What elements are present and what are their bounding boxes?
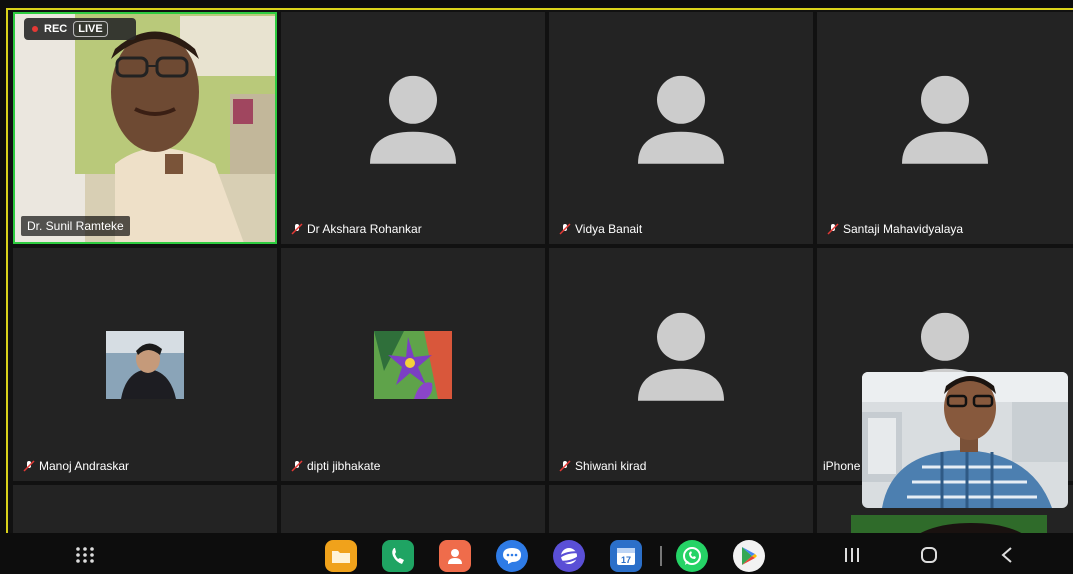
default-avatar-icon	[638, 312, 724, 401]
profile-photo	[374, 330, 452, 399]
mic-off-icon	[559, 460, 571, 472]
record-dot-icon	[32, 26, 38, 32]
participant-name: iPhone	[823, 459, 861, 473]
contacts-icon[interactable]	[439, 540, 471, 572]
files-icon[interactable]	[325, 540, 357, 572]
self-view-video[interactable]	[862, 372, 1068, 508]
participant-tile[interactable]: Santaji Mahavidyalaya	[817, 12, 1073, 244]
home-icon[interactable]	[920, 546, 938, 564]
mic-off-icon	[291, 223, 303, 235]
calendar-day: 17	[621, 555, 631, 565]
live-badge: LIVE	[73, 21, 108, 37]
self-view-image	[862, 372, 1068, 508]
recording-indicator: REC LIVE	[24, 18, 136, 40]
rec-label: REC	[44, 23, 68, 35]
participant-tile[interactable]: Dr. Sunil Ramteke	[13, 12, 277, 244]
participant-name: Dr. Sunil Ramteke	[21, 216, 130, 236]
participant-name: dipti jibhakate	[291, 459, 380, 473]
default-avatar-icon	[902, 75, 988, 164]
mic-off-icon	[827, 223, 839, 235]
default-avatar-icon	[370, 75, 456, 164]
recents-icon[interactable]	[843, 547, 861, 563]
participant-tile[interactable]: Manoj Andraskar	[13, 248, 277, 481]
app-drawer-icon[interactable]	[75, 546, 95, 564]
speaker-video	[15, 14, 275, 242]
participant-name: Manoj Andraskar	[23, 459, 129, 473]
whatsapp-icon[interactable]	[676, 540, 708, 572]
phone-icon[interactable]	[382, 540, 414, 572]
taskbar-divider	[660, 546, 662, 566]
mic-off-icon	[559, 223, 571, 235]
default-avatar-icon	[638, 75, 724, 164]
participant-name: Dr Akshara Rohankar	[291, 222, 422, 236]
mic-off-icon	[291, 460, 303, 472]
participant-name: Shiwani kirad	[559, 459, 646, 473]
internet-icon[interactable]	[553, 540, 585, 572]
play-store-icon[interactable]	[733, 540, 765, 572]
mic-off-icon	[23, 460, 35, 472]
back-icon[interactable]	[1000, 546, 1014, 564]
messages-icon[interactable]	[496, 540, 528, 572]
participant-name: Santaji Mahavidyalaya	[827, 222, 963, 236]
calendar-icon[interactable]: 17	[610, 540, 642, 572]
participant-tile[interactable]: Dr Akshara Rohankar	[281, 12, 545, 244]
system-taskbar: 17	[0, 533, 1073, 574]
participant-tile[interactable]: dipti jibhakate	[281, 248, 545, 481]
participant-tile[interactable]: Vidya Banait	[549, 12, 813, 244]
participant-name: Vidya Banait	[559, 222, 642, 236]
participant-tile[interactable]: Shiwani kirad	[549, 248, 813, 481]
profile-photo	[106, 330, 184, 399]
